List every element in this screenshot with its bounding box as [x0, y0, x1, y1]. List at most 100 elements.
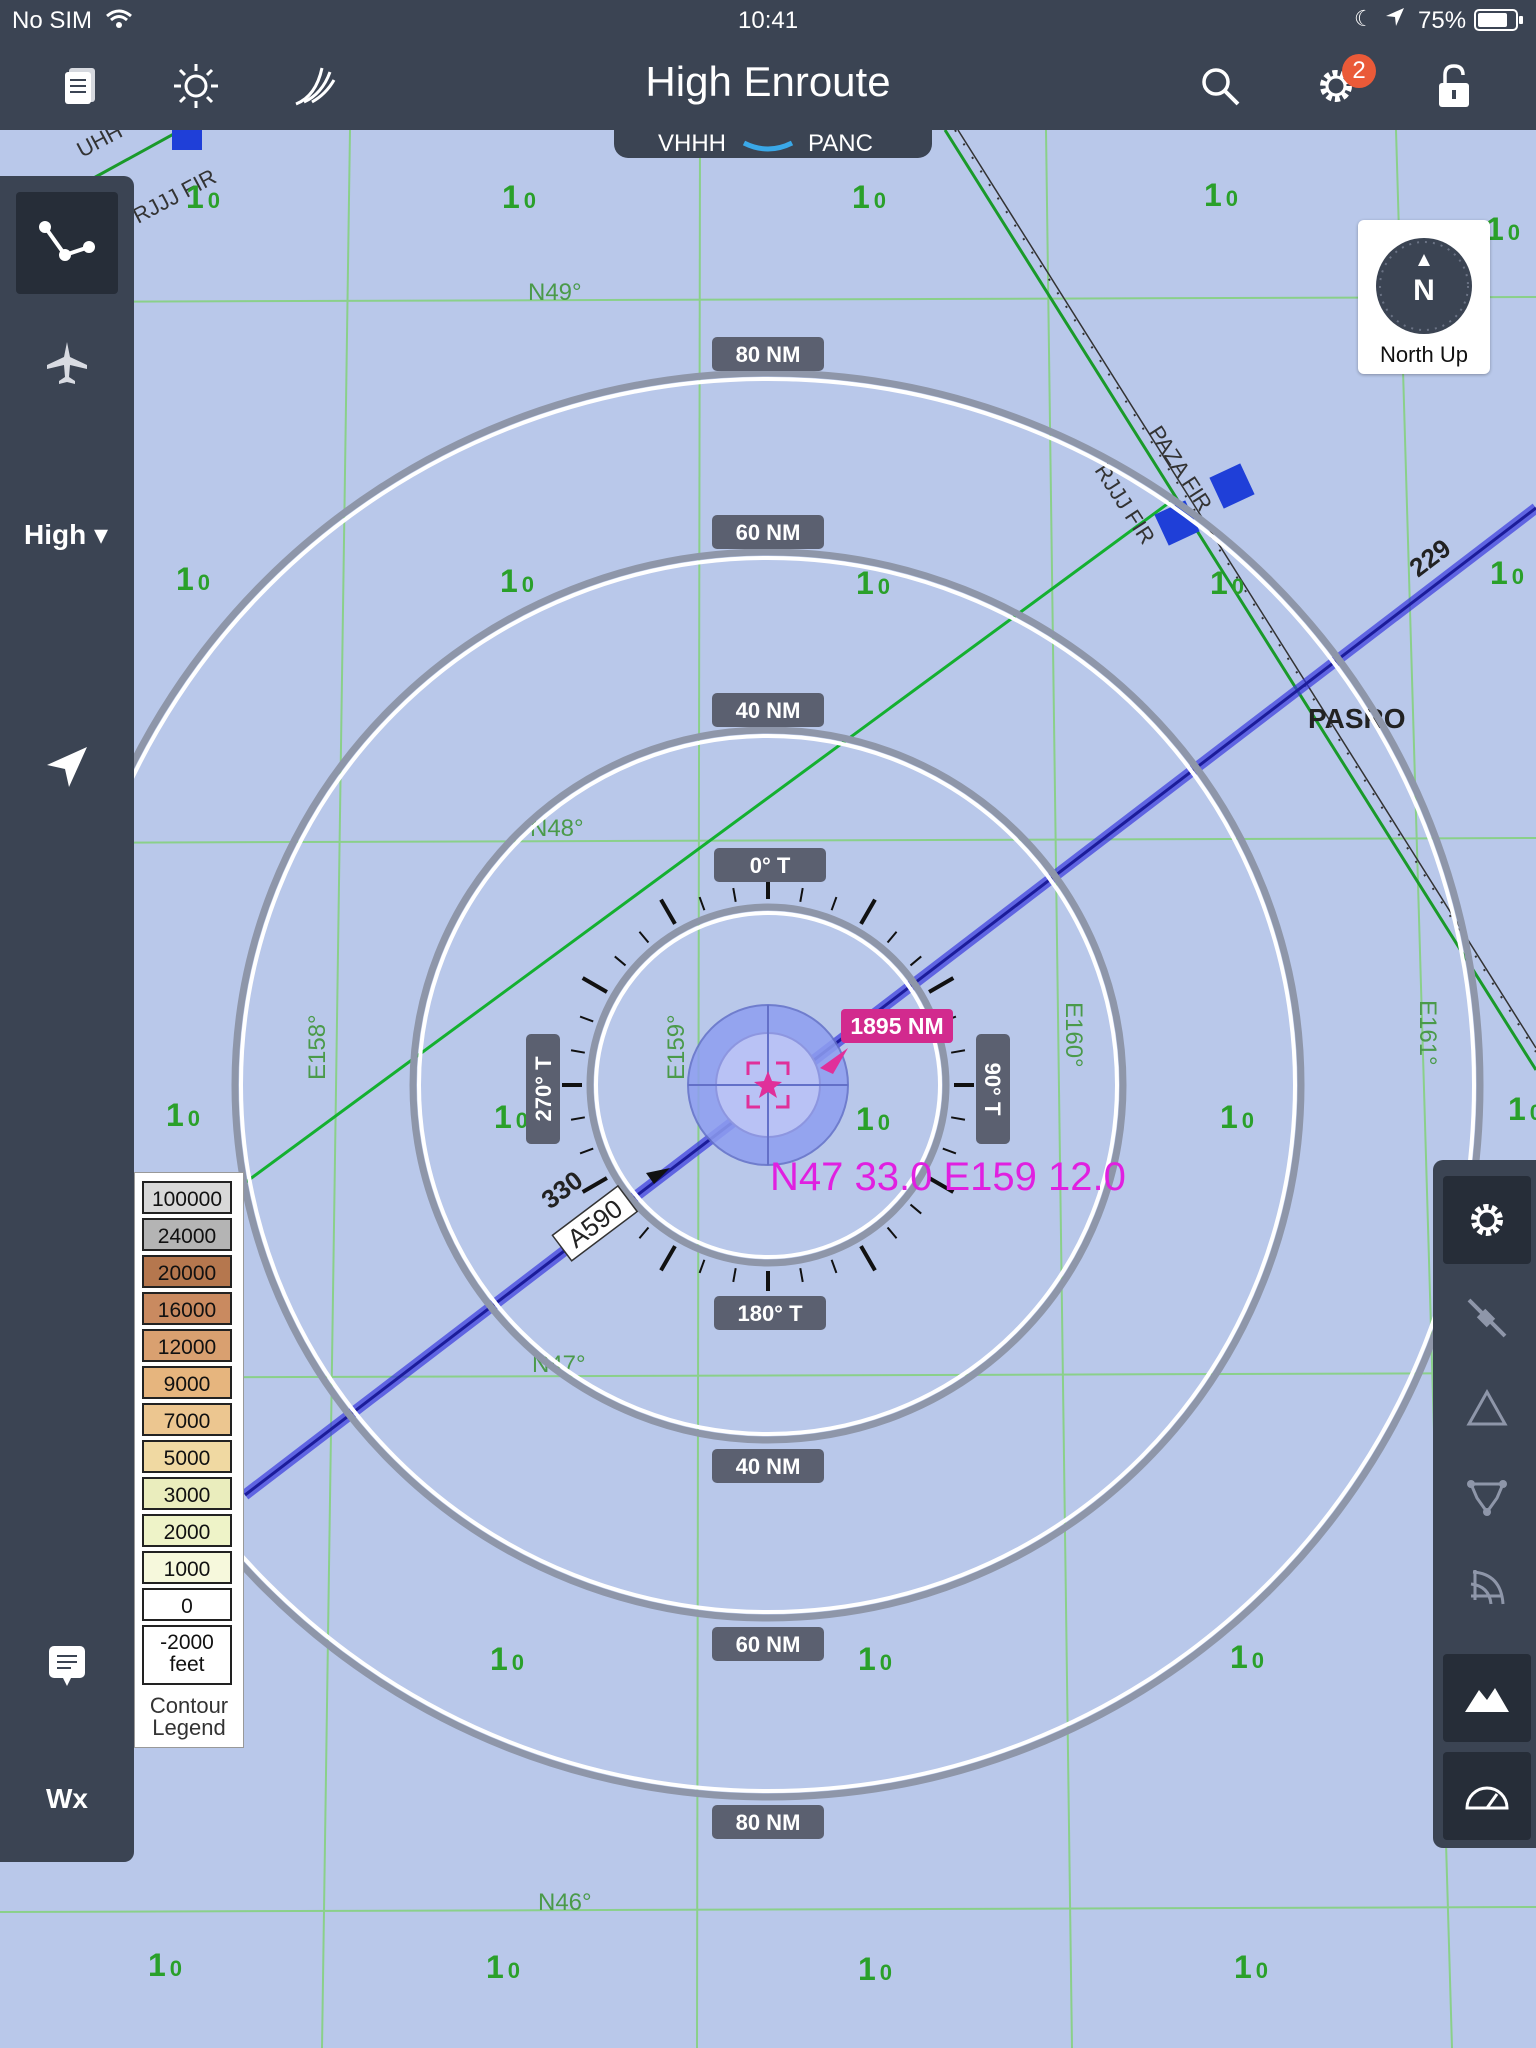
- left-sidebar: High ▾ Wx: [0, 176, 134, 1862]
- compass-tick: [638, 1226, 650, 1239]
- documents-button[interactable]: [50, 58, 110, 114]
- north-up-button[interactable]: N North Up: [1358, 220, 1490, 374]
- compass-tick: [951, 1049, 966, 1054]
- compass-tick: [859, 898, 877, 925]
- grid-mora: 10: [1220, 1099, 1254, 1135]
- contour-level: 2000: [142, 1514, 232, 1547]
- lock-button[interactable]: [1424, 58, 1484, 114]
- distance-tag: 1895 NM: [841, 1009, 953, 1043]
- svg-text:80 NM: 80 NM: [736, 1810, 801, 1835]
- mountain-icon: [1465, 1688, 1509, 1712]
- longitude-label: E160°: [1060, 1002, 1087, 1068]
- route-tool-button[interactable]: [16, 192, 118, 294]
- layers-button[interactable]: [284, 58, 344, 114]
- clock: 10:41: [738, 7, 799, 34]
- grid-mora: 10: [1508, 1091, 1536, 1127]
- line-tool-icon: [1467, 1298, 1507, 1338]
- longitude-label: E159°: [663, 1014, 690, 1080]
- weather-button[interactable]: Wx: [46, 1783, 88, 1815]
- compass-tick: [659, 898, 677, 925]
- svg-text:60 NM: 60 NM: [736, 520, 801, 545]
- compass-tick: [659, 1245, 677, 1272]
- compass-tick: [581, 976, 608, 994]
- terrain-tool-button[interactable]: [1443, 1364, 1531, 1452]
- grid-mora: 10: [490, 1641, 524, 1677]
- grid-mora: 10: [858, 1641, 892, 1677]
- battery-icon: [1474, 9, 1524, 38]
- layers-icon: [295, 67, 336, 106]
- compass-tick: [799, 1268, 804, 1283]
- compass-tick: [614, 955, 627, 967]
- map-settings-button[interactable]: [1443, 1176, 1531, 1264]
- compass-tick: [579, 1015, 594, 1023]
- contour-level: 0: [142, 1588, 232, 1621]
- fir-boundaries: [89, 123, 1536, 1071]
- chart-type-selector[interactable]: High ▾: [24, 518, 108, 551]
- obstacle-tool-button[interactable]: [1443, 1454, 1531, 1542]
- grid-mora: 10: [858, 1951, 892, 1987]
- compass-tick: [886, 931, 898, 944]
- route-icon: [39, 221, 95, 261]
- compass-tick: [698, 1259, 706, 1274]
- airway-course-label: 330: [536, 1165, 589, 1215]
- protractor-button[interactable]: [1443, 1752, 1531, 1840]
- grid-mora: 10: [486, 1949, 520, 1985]
- grid-mora: 10: [1490, 555, 1524, 591]
- obstacle-icon: [1467, 1480, 1507, 1516]
- location-arrow-icon: [47, 747, 87, 787]
- moon-icon: ☾: [1354, 6, 1374, 31]
- note-icon: [49, 1646, 85, 1686]
- location-arrow-icon: [1384, 6, 1406, 35]
- notes-button[interactable]: [16, 1616, 118, 1718]
- navigate-button[interactable]: [16, 716, 118, 818]
- bearing-label-east: 90° T: [976, 1034, 1010, 1144]
- svg-text:60 NM: 60 NM: [736, 1632, 801, 1657]
- latitude-label: N46°: [538, 1889, 592, 1916]
- search-button[interactable]: [1190, 58, 1250, 114]
- contour-level: 12000: [142, 1329, 232, 1362]
- fix-label: PASRO: [1308, 703, 1406, 734]
- brightness-button[interactable]: [166, 58, 226, 114]
- contour-level: 9000: [142, 1366, 232, 1399]
- airway-tool-button[interactable]: [1443, 1274, 1531, 1362]
- compass-tick: [732, 1268, 737, 1283]
- notification-badge: 2: [1342, 54, 1376, 88]
- svg-text:40 NM: 40 NM: [736, 1454, 801, 1479]
- range-label: 40 NM: [712, 693, 824, 727]
- compass-tick: [951, 1116, 966, 1121]
- globe-grid-icon: [1470, 1570, 1505, 1605]
- compass-tick: [570, 1116, 585, 1121]
- compass-tick: [579, 1147, 594, 1155]
- contour-level: 5000: [142, 1440, 232, 1473]
- svg-text:80 NM: 80 NM: [736, 342, 801, 367]
- contour-level: 20000: [142, 1255, 232, 1288]
- longitude-label: E161°: [1414, 1000, 1441, 1066]
- svg-text:180° T: 180° T: [737, 1301, 803, 1326]
- position-readout: N47 33.0 E159 12.0: [770, 1155, 1126, 1199]
- grid-mora: 10: [852, 179, 886, 215]
- grid-mora: 10: [176, 561, 210, 597]
- route-curve-icon: [742, 134, 794, 162]
- route-origin: VHHH: [658, 130, 727, 157]
- bearing-label-west: 270° T: [526, 1034, 560, 1144]
- route-tab[interactable]: VHHH PANC: [614, 130, 932, 158]
- compass-tick: [886, 1226, 898, 1239]
- contour-level: -2000 feet: [142, 1625, 232, 1685]
- ownship-target[interactable]: [687, 1004, 849, 1166]
- compass-tick: [830, 1259, 838, 1274]
- svg-text:40 NM: 40 NM: [736, 698, 801, 723]
- contour-level: 100000: [142, 1181, 232, 1214]
- contour-button[interactable]: [1443, 1654, 1531, 1742]
- airport-button[interactable]: [16, 312, 118, 414]
- status-bar: No SIM 10:41 ☾ 75%: [0, 0, 1536, 40]
- contour-level: 3000: [142, 1477, 232, 1510]
- gear-icon: [1471, 1204, 1503, 1236]
- fir-label: RJJJ FIR: [129, 164, 221, 229]
- settings-button[interactable]: 2: [1306, 54, 1376, 114]
- globe-tool-button[interactable]: [1443, 1544, 1531, 1632]
- compass-tick: [638, 931, 650, 944]
- compass-tick: [928, 976, 955, 994]
- page-title: High Enroute: [645, 58, 891, 105]
- svg-text:90° T: 90° T: [980, 1063, 1005, 1116]
- airway-a590-line: [241, 503, 1536, 1500]
